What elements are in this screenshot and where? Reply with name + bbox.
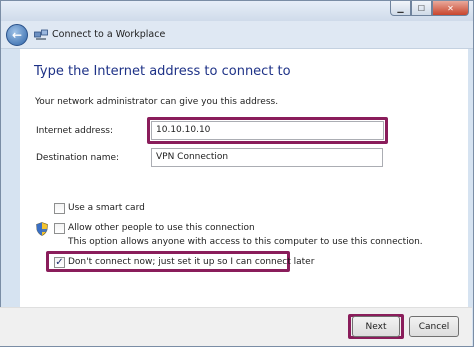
- cancel-button[interactable]: Cancel: [409, 316, 459, 337]
- destination-name-input[interactable]: VPN Connection: [151, 148, 383, 167]
- internet-address-input[interactable]: 10.10.10.10: [151, 121, 384, 140]
- smart-card-checkbox[interactable]: [54, 203, 65, 214]
- internet-address-label: Internet address:: [36, 126, 113, 136]
- page-description: Your network administrator can give you …: [35, 97, 279, 107]
- uac-shield-icon: [36, 222, 48, 236]
- smart-card-label[interactable]: Use a smart card: [68, 203, 145, 213]
- minimize-button[interactable]: ▁: [390, 1, 411, 16]
- next-button[interactable]: Next: [352, 316, 400, 337]
- back-arrow-icon[interactable]: ←: [6, 24, 28, 46]
- caption-buttons: ▁ ☐ ✕: [390, 1, 469, 16]
- close-button[interactable]: ✕: [432, 1, 469, 16]
- window-title: Connect to a Workplace: [52, 29, 166, 40]
- vpn-network-icon: [34, 29, 48, 40]
- title-bar: ▁ ☐ ✕: [1, 1, 473, 21]
- allow-others-note: This option allows anyone with access to…: [68, 237, 423, 247]
- wizard-nav-bar: ← Connect to a Workplace: [1, 21, 473, 49]
- destination-name-label: Destination name:: [36, 153, 120, 163]
- dont-connect-checkbox[interactable]: ✓: [54, 257, 65, 268]
- allow-others-checkbox[interactable]: [54, 223, 65, 234]
- dont-connect-label[interactable]: Don't connect now; just set it up so I c…: [68, 257, 314, 267]
- maximize-button[interactable]: ☐: [411, 1, 432, 16]
- page-heading: Type the Internet address to connect to: [34, 64, 291, 79]
- allow-others-label[interactable]: Allow other people to use this connectio…: [68, 223, 255, 233]
